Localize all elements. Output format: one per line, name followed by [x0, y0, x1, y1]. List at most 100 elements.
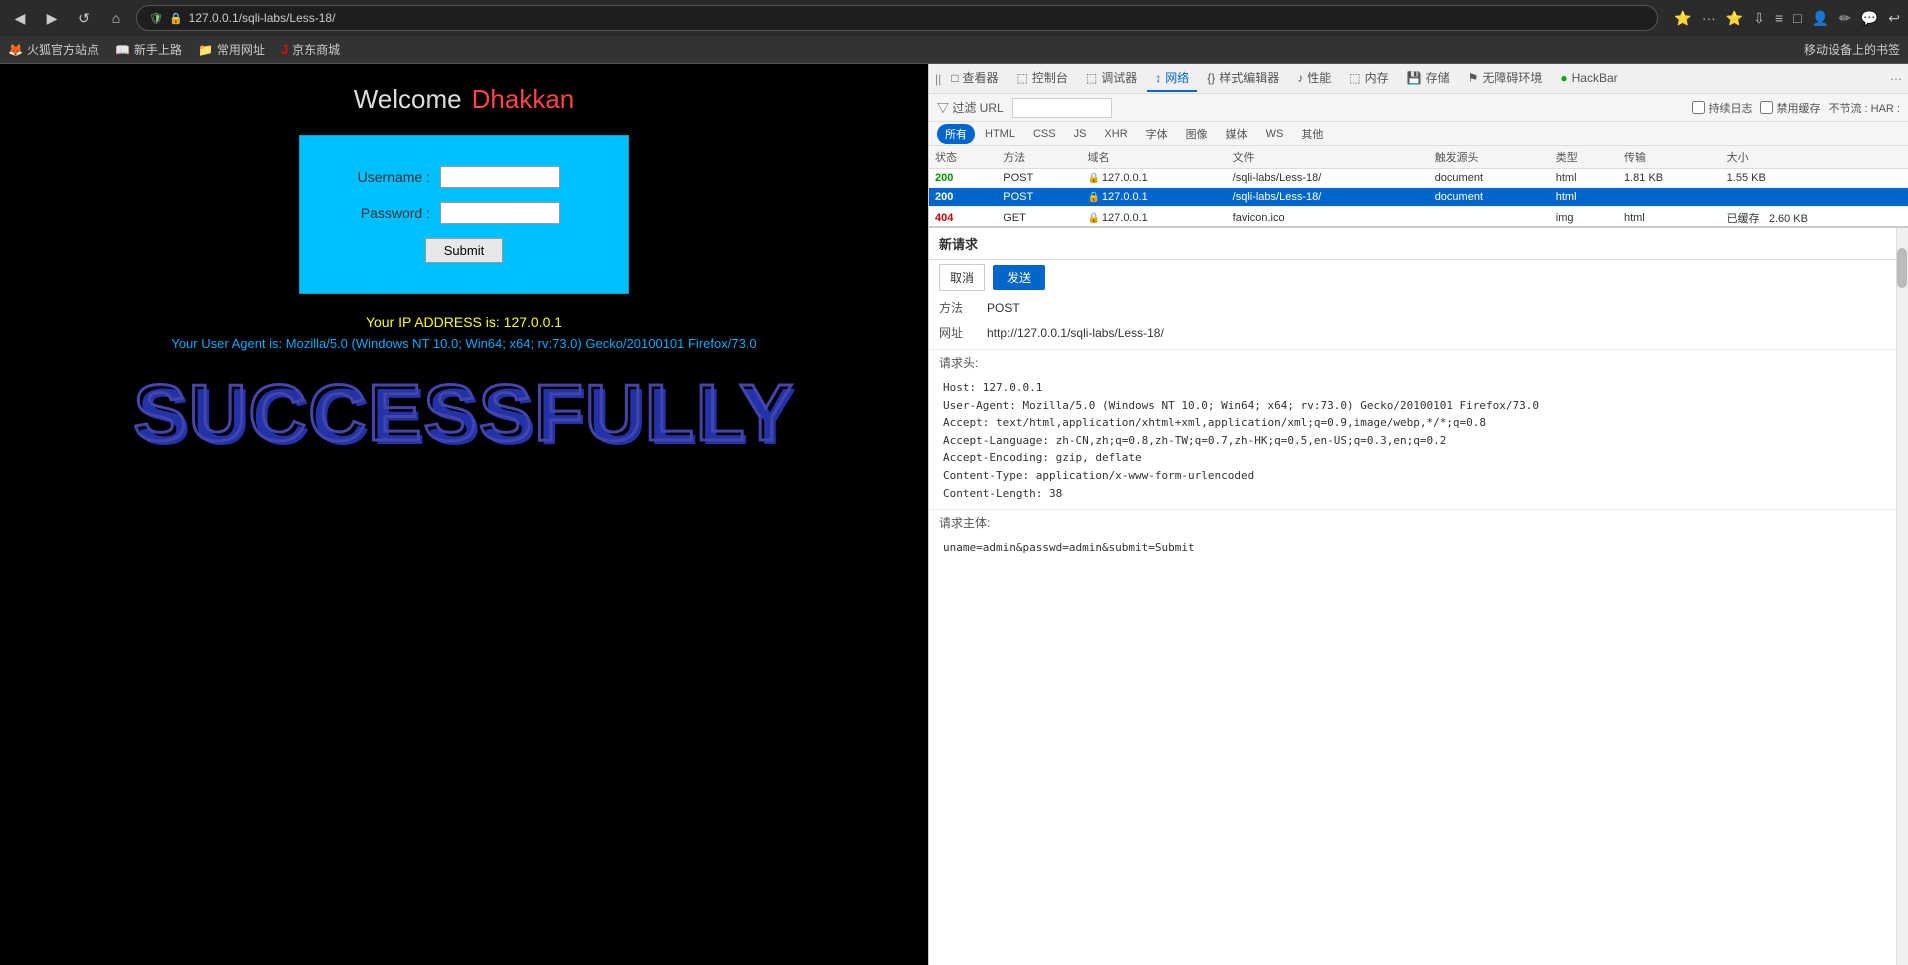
- hackbar-icon: ●: [1560, 71, 1567, 85]
- bookmark-label: 新手上路: [134, 41, 182, 58]
- book-icon: 📖: [115, 43, 130, 57]
- filter-html[interactable]: HTML: [977, 126, 1023, 142]
- dhakkan-text: Dhakkan: [472, 84, 575, 115]
- star-icon[interactable]: ⭐: [1726, 10, 1743, 27]
- mobile-bookmarks-button[interactable]: 移动设备上的书签: [1804, 41, 1900, 58]
- tab-network[interactable]: ↕ 网络: [1147, 65, 1197, 92]
- filter-images[interactable]: 图像: [1178, 124, 1216, 144]
- tab-storage[interactable]: 💾 存储: [1399, 65, 1458, 92]
- domain-cell: 🔒127.0.0.1: [1081, 188, 1226, 207]
- method-value: POST: [987, 301, 1020, 315]
- download-icon[interactable]: ⇩: [1753, 10, 1765, 27]
- bookmark-icon[interactable]: ⭐: [1674, 10, 1691, 27]
- domain-cell: 🔒127.0.0.1: [1081, 169, 1226, 188]
- bookmark-jd[interactable]: J 京东商城: [281, 41, 340, 58]
- success-text: SUCCESSFULLY: [133, 367, 794, 459]
- password-input[interactable]: [440, 202, 560, 224]
- back-button[interactable]: ◀: [8, 6, 32, 30]
- request-headers-content: Host: 127.0.0.1 User-Agent: Mozilla/5.0 …: [929, 375, 1908, 505]
- edit-icon[interactable]: ✏: [1839, 10, 1851, 27]
- forward-button[interactable]: ▶: [40, 6, 64, 30]
- submit-button[interactable]: Submit: [425, 238, 503, 263]
- filter-xhr[interactable]: XHR: [1096, 126, 1135, 142]
- filter-button[interactable]: ▽ 过滤 URL: [937, 99, 1004, 116]
- tab-accessibility[interactable]: ⚑ 无障碍环境: [1460, 65, 1551, 92]
- type-cell: html: [1550, 169, 1618, 188]
- transfer-cell: [1618, 188, 1721, 207]
- more-devtools-icon[interactable]: ⋯: [1890, 72, 1902, 86]
- url-row: 网址 http://127.0.0.1/sqli-labs/Less-18/: [929, 320, 1908, 345]
- table-row[interactable]: 200 POST 🔒127.0.0.1 /sqli-labs/Less-18/ …: [929, 188, 1908, 207]
- disable-cache-option[interactable]: 禁用缓存: [1760, 100, 1820, 116]
- network-icon: ↕: [1155, 71, 1161, 85]
- accessibility-icon: ⚑: [1468, 71, 1479, 85]
- col-transfer: 传输: [1618, 146, 1721, 169]
- scrollbar[interactable]: [1896, 228, 1908, 965]
- type-cell: img: [1550, 207, 1618, 227]
- password-label: Password :: [340, 205, 430, 221]
- bookmark-getting-started[interactable]: 📖 新手上路: [115, 41, 182, 58]
- filter-css[interactable]: CSS: [1025, 126, 1064, 142]
- url-bar[interactable]: 🛡 🔒 127.0.0.1/sqli-labs/Less-18/: [136, 5, 1658, 31]
- filter-ws[interactable]: WS: [1258, 126, 1292, 142]
- method-cell: POST: [997, 169, 1081, 188]
- col-domain: 域名: [1081, 146, 1226, 169]
- pause-icon[interactable]: ||: [935, 72, 941, 86]
- filter-media[interactable]: 媒体: [1218, 124, 1256, 144]
- table-row[interactable]: 404 GET 🔒127.0.0.1 favicon.ico img html …: [929, 207, 1908, 227]
- style-icon: {}: [1207, 71, 1215, 85]
- table-row[interactable]: 200 POST 🔒127.0.0.1 /sqli-labs/Less-18/ …: [929, 169, 1908, 188]
- tab-memory[interactable]: ⬚ 内存: [1341, 65, 1396, 92]
- network-table: 状态 方法 域名 文件 触发源头 类型 传输 大小: [929, 146, 1908, 226]
- filter-fonts[interactable]: 字体: [1138, 124, 1176, 144]
- network-content: 状态 方法 域名 文件 触发源头 类型 传输 大小: [929, 146, 1908, 965]
- method-cell: GET: [997, 207, 1081, 227]
- tab-debugger[interactable]: ⬚ 调试器: [1078, 65, 1145, 92]
- reload-button[interactable]: ↺: [72, 6, 96, 30]
- send-button[interactable]: 发送: [993, 265, 1045, 290]
- file-cell: /sqli-labs/Less-18/: [1227, 188, 1429, 207]
- lock-icon: 🔒: [1087, 192, 1099, 203]
- bookmark-label: 火狐官方站点: [27, 41, 99, 58]
- sidebar-icon[interactable]: ≡: [1775, 10, 1783, 26]
- home-button[interactable]: ⌂: [104, 6, 128, 30]
- bookmark-label: 常用网址: [217, 41, 265, 58]
- tab-inspector[interactable]: □ 查看器: [943, 65, 1006, 92]
- bookmark-common-sites[interactable]: 📁 常用网址: [198, 41, 265, 58]
- persistent-log-option[interactable]: 持续日志: [1692, 100, 1752, 116]
- bookmark-firefox[interactable]: 🦊 火狐官方站点: [8, 41, 99, 58]
- back-arrow-icon[interactable]: ↩: [1888, 10, 1900, 27]
- filter-all[interactable]: 所有: [937, 124, 975, 144]
- ip-address-text: Your IP ADDRESS is: 127.0.0.1: [366, 314, 562, 330]
- url-text: 127.0.0.1/sqli-labs/Less-18/: [189, 11, 336, 25]
- file-cell: favicon.ico: [1227, 207, 1429, 227]
- filter-js[interactable]: JS: [1066, 126, 1095, 142]
- network-filter-tabs: 所有 HTML CSS JS XHR 字体 图像 媒体 WS 其他: [929, 122, 1908, 146]
- main-area: Welcome Dhakkan Username : Password : Su…: [0, 64, 1908, 965]
- chat-icon[interactable]: 💬: [1861, 10, 1878, 27]
- login-form: Username : Password : Submit: [299, 135, 629, 294]
- action-buttons-row: 取消 发送: [929, 260, 1908, 295]
- throttle-option: 不节流 : HAR :: [1828, 100, 1900, 116]
- disable-cache-checkbox[interactable]: [1760, 101, 1773, 114]
- tab-performance[interactable]: ♪ 性能: [1289, 65, 1339, 92]
- cancel-button[interactable]: 取消: [939, 264, 985, 291]
- url-value: http://127.0.0.1/sqli-labs/Less-18/: [987, 326, 1164, 340]
- inspector-icon: □: [951, 71, 958, 85]
- tab-hackbar[interactable]: ● HackBar: [1552, 67, 1625, 91]
- account-icon[interactable]: 👤: [1812, 10, 1829, 27]
- method-cell: POST: [997, 188, 1081, 207]
- url-filter-input[interactable]: [1012, 98, 1112, 118]
- tab-console[interactable]: ⬚ 控制台: [1009, 65, 1076, 92]
- browser-toolbar: ◀ ▶ ↺ ⌂ 🛡 🔒 127.0.0.1/sqli-labs/Less-18/…: [0, 0, 1908, 36]
- size-cell: 1.55 KB: [1721, 169, 1908, 188]
- filter-other[interactable]: 其他: [1293, 124, 1331, 144]
- username-row: Username :: [340, 166, 588, 188]
- persistent-log-checkbox[interactable]: [1692, 101, 1705, 114]
- tab-style-editor[interactable]: {} 样式编辑器: [1199, 65, 1287, 92]
- username-input[interactable]: [440, 166, 560, 188]
- more-icon[interactable]: ···: [1702, 10, 1716, 26]
- memory-icon: ⬚: [1349, 71, 1360, 85]
- window-icon[interactable]: □: [1793, 10, 1801, 26]
- domain-cell: 🔒127.0.0.1: [1081, 207, 1226, 227]
